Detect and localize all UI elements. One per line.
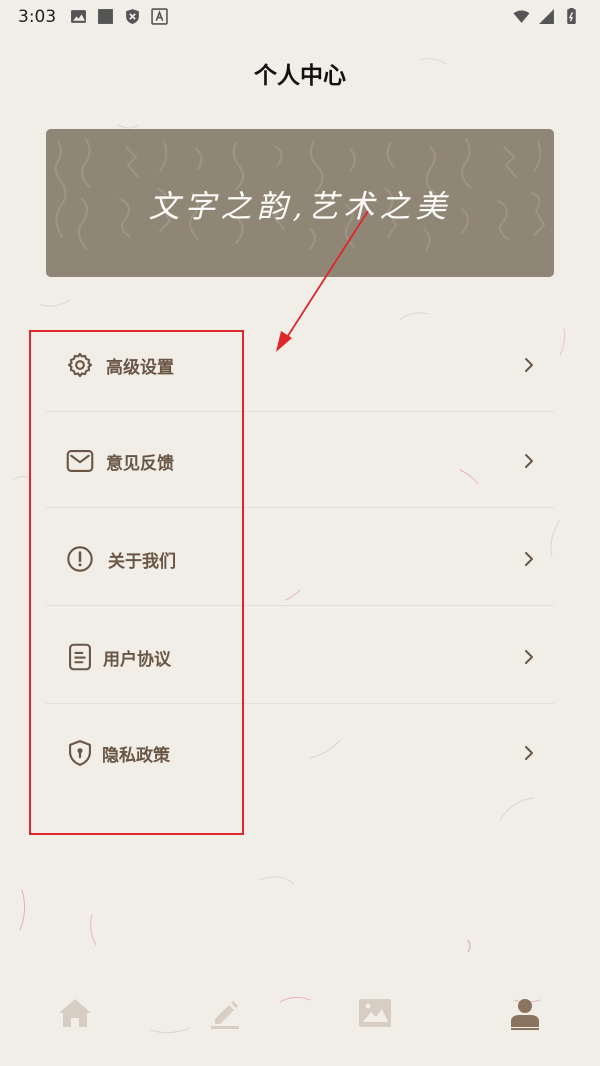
banner-slogan: 文字之韵,艺术之美 — [148, 189, 452, 225]
gallery-icon — [359, 999, 391, 1027]
square-icon — [98, 9, 113, 24]
nav-home[interactable] — [55, 993, 95, 1033]
image-icon — [71, 10, 86, 23]
shield-x-icon — [126, 9, 139, 24]
notification-icons — [70, 8, 168, 25]
chevron-right-icon — [525, 358, 533, 372]
cellular-icon — [539, 9, 554, 24]
wifi-icon — [513, 10, 530, 23]
nav-edit[interactable] — [205, 993, 245, 1033]
chevron-right-icon — [525, 650, 533, 664]
home-icon — [59, 999, 91, 1027]
banner[interactable]: 文字之韵,艺术之美 — [46, 129, 554, 277]
chevron-right-icon — [525, 454, 533, 468]
a-icon — [151, 8, 168, 25]
chevron-right-icon — [525, 746, 533, 760]
system-icons — [513, 8, 580, 25]
nav-gallery[interactable] — [355, 993, 395, 1033]
profile-icon — [511, 999, 539, 1030]
annotation-highlight-box — [29, 330, 244, 835]
page-title: 个人中心 — [254, 63, 346, 89]
status-time: 3:03 — [18, 7, 57, 27]
bottom-navigation — [0, 985, 600, 1045]
nav-profile[interactable] — [505, 993, 545, 1033]
edit-icon — [211, 1001, 239, 1029]
chevron-right-icon — [525, 552, 533, 566]
battery-icon — [567, 8, 576, 24]
status-bar: 3:03 — [0, 0, 600, 34]
